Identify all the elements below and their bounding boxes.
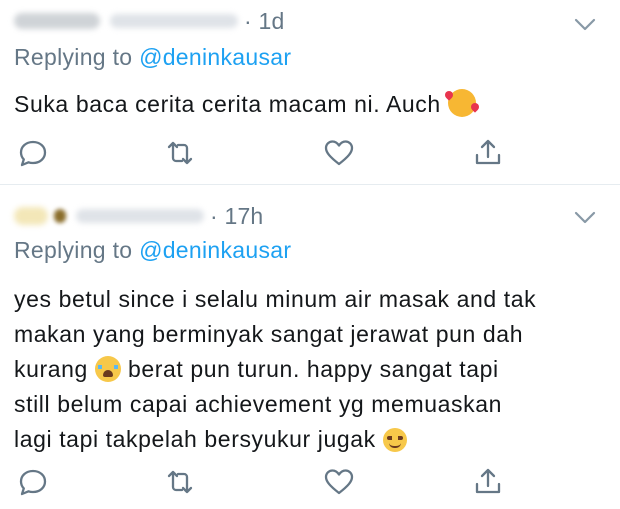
- blurred-username: [110, 14, 238, 28]
- retweet-icon[interactable]: [163, 465, 197, 499]
- blurred-name-emoji: [54, 209, 66, 223]
- share-icon[interactable]: [471, 136, 505, 170]
- mention-link[interactable]: @deninkausar: [139, 44, 291, 70]
- retweet-icon[interactable]: [163, 136, 197, 170]
- tweet-text-line: lagi tapi takpelah bersyukur jugak: [14, 426, 376, 452]
- blurred-username: [76, 209, 204, 223]
- tweet-timestamp[interactable]: · 17h: [210, 203, 263, 230]
- reply-icon[interactable]: [16, 136, 50, 170]
- loudly-crying-face-emoji: [94, 356, 121, 382]
- tweet-text-line: still belum capai achievement yg memuask…: [14, 391, 502, 417]
- reply-icon[interactable]: [16, 465, 50, 499]
- tweet-text-line: berat pun turun. happy sangat tapi: [127, 356, 499, 382]
- tweet-actions: [0, 465, 620, 499]
- heart-icon[interactable]: [322, 465, 356, 499]
- chevron-down-icon[interactable]: [572, 207, 598, 227]
- tweet-text: Suka baca cerita cerita macam ni. Auch: [14, 87, 610, 122]
- tweet-timestamp[interactable]: · 1d: [244, 8, 284, 35]
- tweet-actions: [0, 136, 620, 170]
- mention-link[interactable]: @deninkausar: [139, 237, 291, 263]
- relieved-face-emoji: [382, 428, 407, 452]
- replying-label: Replying to: [14, 237, 140, 263]
- smiling-face-with-hearts-emoji: [447, 89, 476, 117]
- blurred-display-name: [14, 207, 48, 225]
- tweet-text: yes betul since i selalu minum air masak…: [14, 282, 610, 457]
- tweet-text-line: kurang: [14, 356, 88, 382]
- replying-to: Replying to @deninkausar: [14, 44, 291, 71]
- tweet-header: · 17h: [14, 201, 263, 231]
- blurred-display-name: [14, 13, 100, 29]
- reply-tweet: · 17h Replying to @deninkausar yes betul…: [0, 185, 620, 509]
- tweet-header: · 1d: [14, 6, 284, 36]
- replying-to: Replying to @deninkausar: [14, 237, 291, 264]
- tweet-text-line: makan yang berminyak sangat jerawat pun …: [14, 321, 524, 347]
- reply-tweet: · 1d Replying to @deninkausar Suka baca …: [0, 0, 620, 185]
- heart-icon[interactable]: [322, 136, 356, 170]
- tweet-text-line: Suka baca cerita cerita macam ni. Auch: [14, 91, 441, 117]
- chevron-down-icon[interactable]: [572, 14, 598, 34]
- tweet-text-line: yes betul since i selalu minum air masak…: [14, 286, 537, 312]
- share-icon[interactable]: [471, 465, 505, 499]
- replying-label: Replying to: [14, 44, 140, 70]
